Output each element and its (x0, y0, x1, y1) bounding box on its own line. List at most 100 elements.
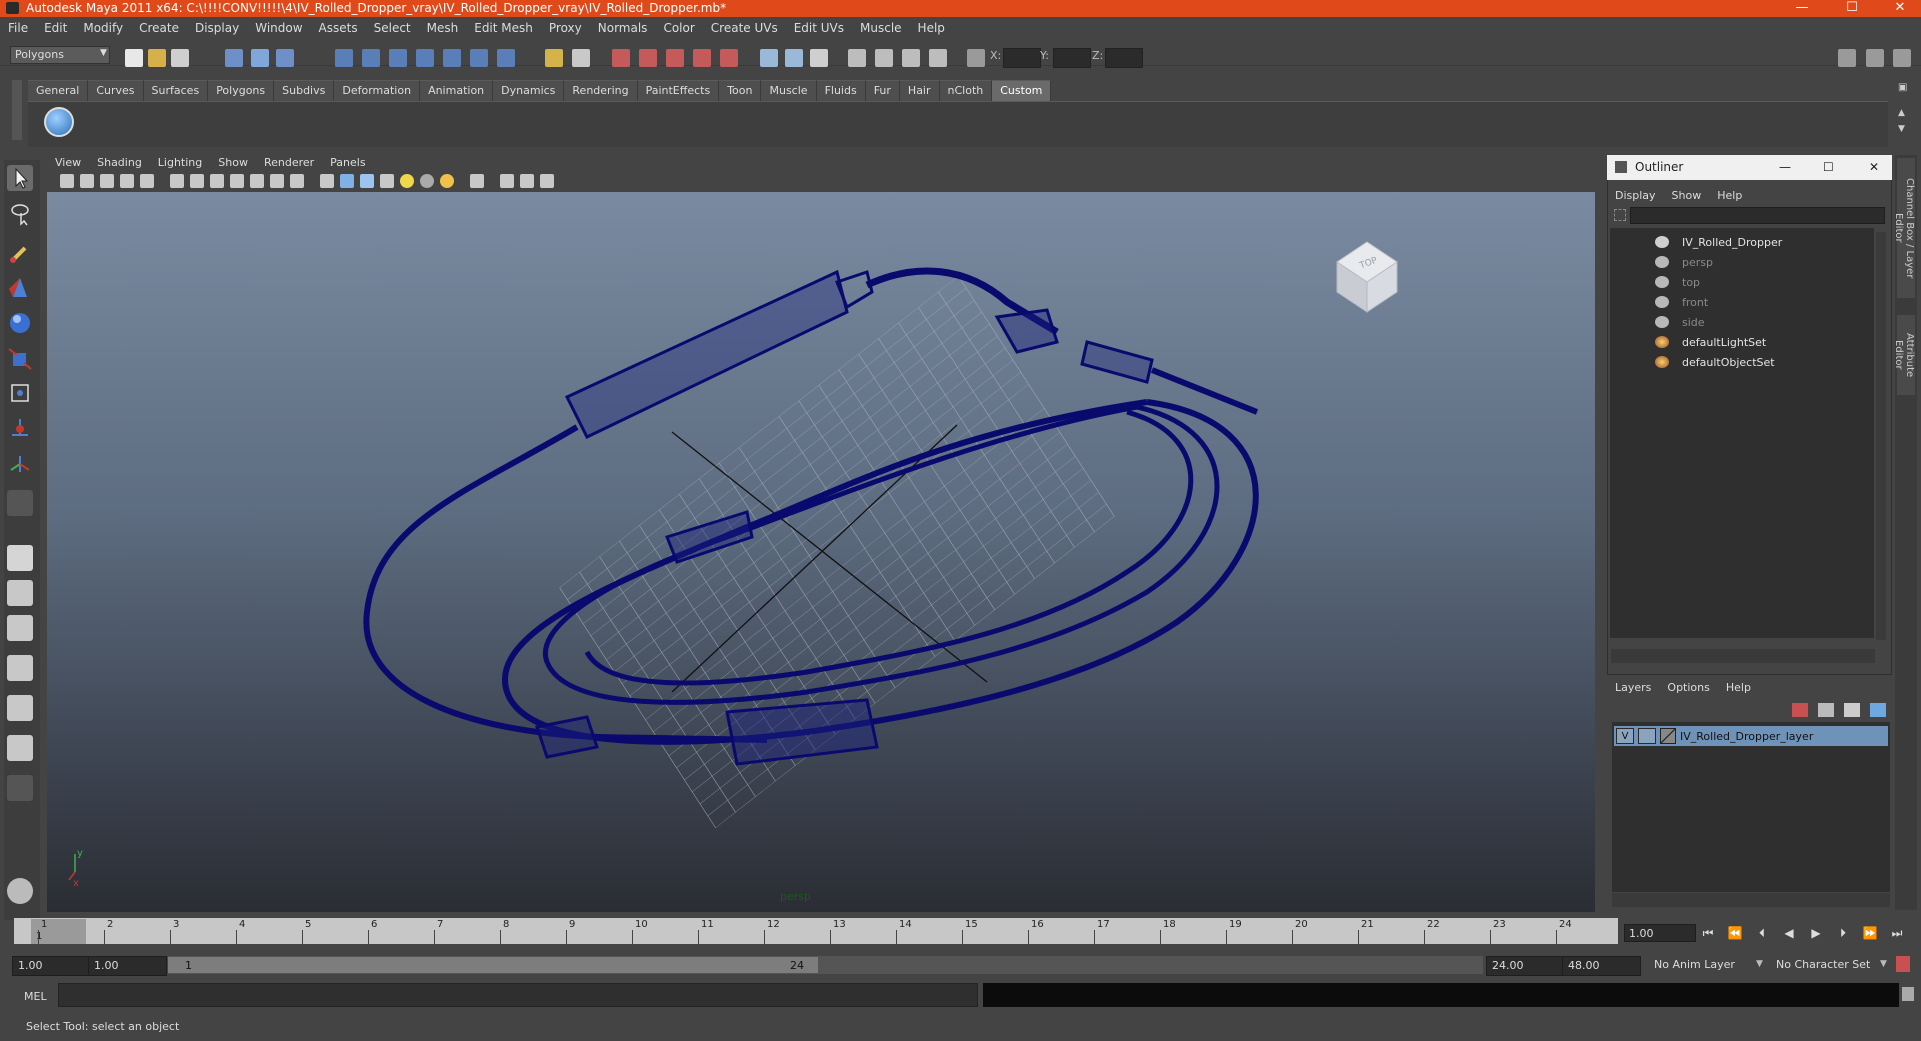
xray-joints-icon[interactable] (520, 174, 534, 188)
textured-icon[interactable] (380, 174, 394, 188)
outliner-item-default-light-set[interactable]: defaultLightSet (1682, 336, 1766, 349)
tool-settings-icon[interactable] (848, 49, 866, 67)
shelf-tab-painteffects[interactable]: PaintEffects (637, 80, 720, 102)
outliner-minimize-button[interactable]: — (1779, 155, 1791, 179)
new-scene-icon[interactable] (125, 49, 143, 67)
camera-select-icon[interactable] (60, 174, 74, 188)
menu-help[interactable]: Help (910, 21, 953, 35)
snap-view-icon[interactable] (443, 49, 461, 67)
step-back-frame-button[interactable]: ⏴ (1751, 926, 1773, 941)
construction-history-icon[interactable] (572, 49, 590, 67)
outliner-vertical-scrollbar[interactable] (1876, 232, 1886, 640)
shelf-tab-custom[interactable]: Custom (992, 80, 1052, 102)
layer-editor-icon[interactable] (875, 49, 893, 67)
render-settings-icon[interactable] (666, 49, 684, 67)
wireframe-on-shaded-icon[interactable] (360, 174, 374, 188)
layout-expand-icon[interactable] (7, 775, 33, 801)
snap-curve-icon[interactable] (362, 49, 380, 67)
shelf-tab-animation[interactable]: Animation (420, 80, 494, 102)
channel-box-icon[interactable] (1866, 49, 1884, 67)
muscle-tool-icon[interactable] (7, 878, 33, 904)
viewport-menu-view[interactable]: View (47, 156, 89, 169)
move-tool-icon[interactable] (7, 275, 33, 301)
scale-tool-icon[interactable] (7, 345, 33, 371)
snap-grid-icon[interactable] (335, 49, 353, 67)
move-layer-down-icon[interactable] (1818, 703, 1834, 717)
menu-mesh[interactable]: Mesh (419, 21, 467, 35)
command-line-input[interactable] (58, 983, 978, 1007)
create-layer-from-selected-icon[interactable] (1870, 703, 1886, 717)
viewport-menu-show[interactable]: Show (210, 156, 256, 169)
shelf-tab-curves[interactable]: Curves (88, 80, 144, 102)
minimize-button[interactable]: — (1782, 0, 1822, 17)
last-tool-icon[interactable] (7, 490, 33, 516)
viewport-menu-panels[interactable]: Panels (322, 156, 373, 169)
menu-edit[interactable]: Edit (36, 21, 75, 35)
universal-manipulator-icon[interactable] (7, 380, 33, 406)
outliner-item-front[interactable]: front (1682, 296, 1708, 309)
channel-box-toggle-icon[interactable] (810, 49, 828, 67)
playback-end-field[interactable]: 24.00 (1486, 956, 1565, 976)
menu-proxy[interactable]: Proxy (541, 21, 590, 35)
playback-start-field[interactable]: 1.00 (88, 956, 167, 976)
play-backwards-button[interactable]: ◀ (1778, 926, 1800, 940)
shelf-tab-general[interactable]: General (28, 80, 89, 102)
shelf-tab-polygons[interactable]: Polygons (208, 80, 275, 102)
layout-single-pane-icon[interactable] (7, 545, 33, 571)
layer-menu-options[interactable]: Options (1659, 681, 1717, 694)
menu-muscle[interactable]: Muscle (852, 21, 910, 35)
range-slider-bar[interactable] (168, 957, 818, 973)
shadows-icon[interactable] (420, 174, 434, 188)
outliner-item-iv-rolled-dropper[interactable]: IV_Rolled_Dropper (1682, 236, 1782, 249)
step-forward-frame-button[interactable]: ⏵ (1832, 926, 1854, 941)
outliner-maximize-button[interactable]: ☐ (1823, 155, 1834, 179)
go-to-end-button[interactable]: ⏭ (1886, 926, 1908, 941)
layout-persp-graph-icon[interactable] (7, 655, 33, 681)
maximize-button[interactable]: ☐ (1832, 0, 1872, 17)
anim-layer-dropdown[interactable]: No Anim Layer (1650, 956, 1764, 974)
viewport-menu-shading[interactable]: Shading (89, 156, 150, 169)
menu-create-uvs[interactable]: Create UVs (703, 21, 786, 35)
outliner-search-input[interactable] (1630, 207, 1885, 224)
step-forward-key-button[interactable]: ⏩ (1859, 926, 1881, 940)
layout-four-pane-icon[interactable] (7, 580, 33, 606)
menu-display[interactable]: Display (187, 21, 247, 35)
outliner-menu-display[interactable]: Display (1607, 189, 1664, 202)
snap-surface-icon[interactable] (416, 49, 434, 67)
animation-end-field[interactable]: 48.00 (1562, 956, 1641, 976)
layout-hypershade-icon[interactable] (7, 695, 33, 721)
outliner-filter-icon[interactable] (1614, 209, 1626, 221)
select-hierarchy-icon[interactable] (225, 49, 243, 67)
help-icon[interactable] (497, 49, 515, 67)
outliner-item-default-object-set[interactable]: defaultObjectSet (1682, 356, 1775, 369)
shelf-scroll-up-icon[interactable]: ▲ (1898, 108, 1905, 118)
outliner-close-button[interactable]: ✕ (1869, 155, 1879, 179)
create-empty-layer-icon[interactable] (1844, 703, 1860, 717)
shelf-menu-handle[interactable] (12, 80, 22, 140)
bookmarks-icon[interactable] (100, 174, 114, 188)
two-d-pan-zoom-icon[interactable] (140, 174, 154, 188)
shelf-tab-fur[interactable]: Fur (865, 80, 900, 102)
select-component-icon[interactable] (276, 49, 294, 67)
input-ops-icon[interactable] (545, 49, 563, 67)
layout-outliner-persp-icon[interactable] (7, 615, 33, 641)
shelf-tab-rendering[interactable]: Rendering (564, 80, 638, 102)
viewport-menu-lighting[interactable]: Lighting (150, 156, 210, 169)
layer-display-type-toggle[interactable] (1638, 728, 1656, 744)
show-modeling-toolkit-icon[interactable] (760, 49, 778, 67)
grid-toggle-icon[interactable] (170, 174, 184, 188)
resolution-gate-icon[interactable] (210, 174, 224, 188)
menu-window[interactable]: Window (247, 21, 310, 35)
tool-settings-panel-icon[interactable] (1893, 49, 1911, 67)
character-set-dropdown[interactable]: No Character Set (1772, 956, 1888, 974)
outliner-item-top[interactable]: top (1682, 276, 1700, 289)
shelf-checkmark-icon[interactable] (44, 107, 74, 137)
field-chart-icon[interactable] (250, 174, 264, 188)
smooth-shading-icon[interactable] (340, 174, 354, 188)
move-layer-up-icon[interactable] (1792, 703, 1808, 717)
make-live-icon[interactable] (470, 49, 488, 67)
safe-action-icon[interactable] (270, 174, 284, 188)
graph-editor-toggle-icon[interactable] (929, 49, 947, 67)
outliner-toggle-icon[interactable] (902, 49, 920, 67)
z-field[interactable] (1105, 48, 1143, 68)
